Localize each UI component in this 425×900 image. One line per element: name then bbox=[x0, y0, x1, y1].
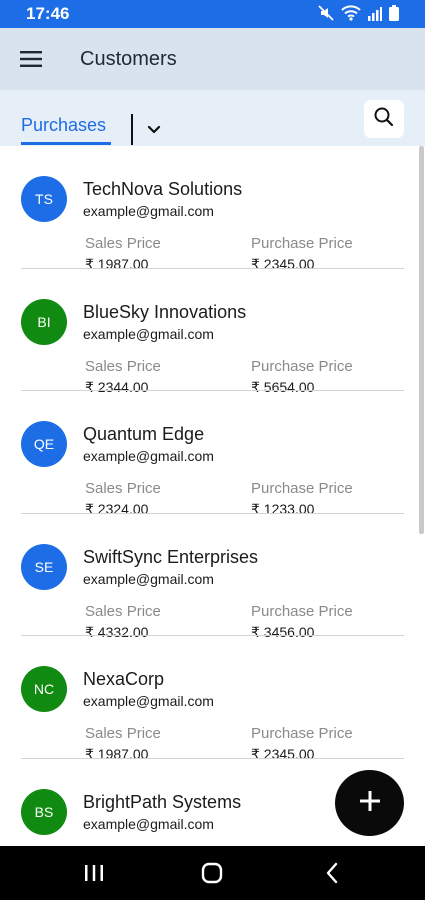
customer-name: SwiftSync Enterprises bbox=[83, 546, 259, 567]
purchase-price-label: Purchase Price bbox=[251, 480, 353, 497]
home-icon[interactable] bbox=[199, 861, 225, 885]
status-bar: 17:46 bbox=[0, 0, 425, 28]
avatar: TS bbox=[21, 176, 67, 222]
recents-icon[interactable] bbox=[81, 861, 107, 885]
avatar: QE bbox=[21, 421, 67, 467]
search-button[interactable] bbox=[364, 100, 404, 138]
customer-name: TechNova Solutions bbox=[83, 179, 243, 199]
customer-email: example@gmail.com bbox=[83, 570, 214, 587]
customer-name: BlueSky Innovations bbox=[83, 301, 247, 322]
tab-indicator bbox=[21, 142, 111, 145]
sales-price-label: Sales Price bbox=[85, 725, 161, 742]
customer-card[interactable]: TS TechNova Solutions example@gmail.com … bbox=[0, 146, 425, 272]
avatar: SE bbox=[21, 543, 67, 590]
tab-divider bbox=[131, 114, 133, 145]
sales-price-label: Sales Price bbox=[85, 480, 161, 497]
avatar: NC bbox=[21, 666, 67, 712]
customer-email: example@gmail.com bbox=[83, 448, 214, 464]
sales-price-label: Sales Price bbox=[85, 602, 161, 620]
status-icons bbox=[318, 5, 399, 21]
customer-card[interactable]: QE Quantum Edge example@gmail.com Sales … bbox=[0, 391, 425, 517]
customer-email: example@gmail.com bbox=[83, 693, 214, 709]
hamburger-menu-icon[interactable] bbox=[15, 46, 47, 72]
app-bar: Customers bbox=[0, 28, 425, 90]
purchase-price-label: Purchase Price bbox=[251, 725, 353, 742]
mute-icon bbox=[318, 5, 334, 21]
page-title: Customers bbox=[80, 48, 177, 70]
purchase-price-label: Purchase Price bbox=[251, 235, 353, 252]
customer-email: example@gmail.com bbox=[83, 325, 214, 342]
sales-price-label: Sales Price bbox=[85, 235, 161, 252]
customer-card[interactable]: BI BlueSky Innovations example@gmail.com… bbox=[0, 269, 425, 395]
battery-icon bbox=[389, 5, 399, 21]
system-nav-bar bbox=[0, 846, 425, 900]
status-time: 17:46 bbox=[26, 4, 70, 23]
purchase-price-label: Purchase Price bbox=[251, 602, 353, 620]
customer-name: Quantum Edge bbox=[83, 424, 205, 444]
avatar: BI bbox=[21, 298, 67, 345]
customer-email: example@gmail.com bbox=[83, 203, 214, 219]
chevron-down-icon[interactable] bbox=[144, 120, 164, 140]
customer-card[interactable]: SE SwiftSync Enterprises example@gmail.c… bbox=[0, 514, 425, 640]
tab-row: Purchases bbox=[0, 90, 425, 146]
add-customer-button[interactable] bbox=[335, 770, 404, 836]
customer-email: example@gmail.com bbox=[83, 815, 214, 832]
back-icon[interactable] bbox=[319, 861, 345, 885]
scrollbar[interactable] bbox=[419, 146, 424, 534]
signal-icon bbox=[368, 6, 382, 21]
sales-price-label: Sales Price bbox=[85, 357, 161, 375]
customer-list: TS TechNova Solutions example@gmail.com … bbox=[0, 146, 425, 846]
tab-purchases[interactable]: Purchases bbox=[21, 115, 106, 136]
avatar: BS bbox=[21, 788, 67, 835]
wifi-icon bbox=[341, 5, 361, 21]
customer-card[interactable]: NC NexaCorp example@gmail.com Sales Pric… bbox=[0, 636, 425, 762]
customer-name: BrightPath Systems bbox=[83, 791, 242, 812]
purchase-price-label: Purchase Price bbox=[251, 357, 353, 375]
customer-name: NexaCorp bbox=[83, 669, 165, 689]
plus-icon bbox=[359, 790, 381, 817]
search-icon bbox=[373, 106, 395, 133]
